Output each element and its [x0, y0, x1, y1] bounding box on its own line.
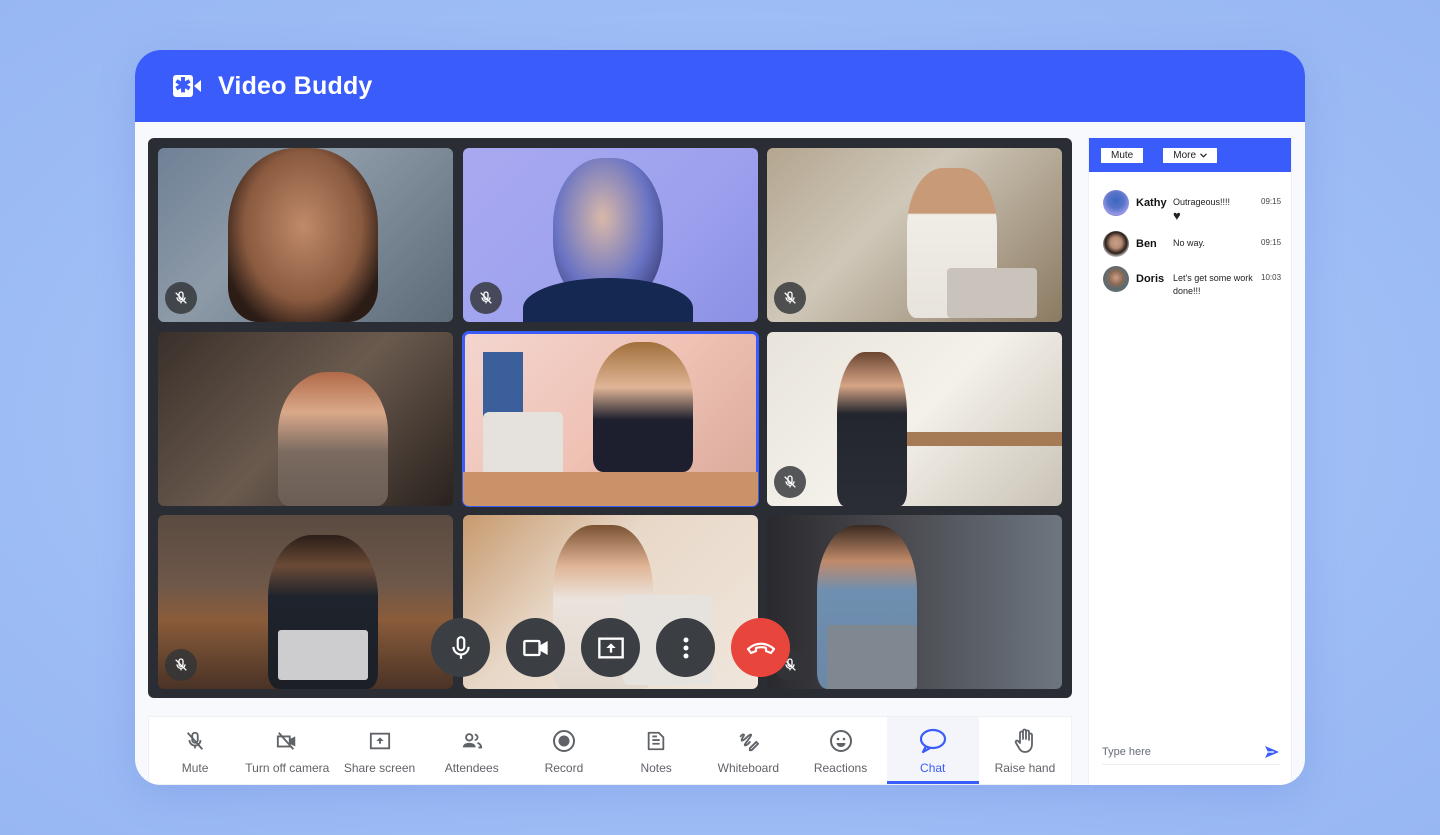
toolbar-raise-hand-button[interactable]: Raise hand: [979, 717, 1071, 784]
video-tile[interactable]: [158, 148, 453, 322]
video-tile[interactable]: [767, 515, 1062, 689]
video-tile[interactable]: [158, 332, 453, 506]
more-options-button[interactable]: [656, 618, 715, 677]
chat-message: Ben No way. 09:15: [1103, 231, 1281, 257]
chat-bubble-icon: [919, 728, 946, 754]
mic-off-indicator: [774, 466, 806, 498]
chat-more-dropdown[interactable]: More: [1163, 147, 1218, 163]
message-text: Let's get some work done!!!: [1173, 273, 1253, 296]
message-author: Doris: [1136, 273, 1165, 285]
chat-mute-label: Mute: [1111, 149, 1134, 161]
record-icon: [552, 730, 575, 752]
hang-up-icon: [746, 642, 775, 654]
share-screen-icon: [597, 637, 624, 658]
chat-message: Kathy Outrageous!!!! ♥ 09:15: [1103, 190, 1281, 222]
mic-off-icon: [784, 291, 796, 304]
message-time: 09:15: [1261, 238, 1282, 247]
toolbar-camera-button[interactable]: Turn off camera: [241, 717, 333, 784]
chat-input-row: [1102, 739, 1280, 765]
heart-icon: ♥: [1173, 208, 1181, 223]
microphone-button[interactable]: [431, 618, 490, 677]
call-controls: [431, 618, 790, 677]
mic-off-indicator: [165, 649, 197, 681]
send-icon[interactable]: [1264, 745, 1280, 759]
toolbar-label: Share screen: [343, 761, 416, 775]
video-tile-active-speaker[interactable]: [462, 331, 759, 507]
toolbar-record-button[interactable]: Record: [518, 717, 610, 784]
people-icon: [462, 733, 482, 749]
message-text: Outrageous!!!! ♥: [1173, 190, 1261, 222]
title-bar: ✱ Video Buddy: [135, 50, 1305, 122]
avatar: [1103, 266, 1129, 292]
video-tile[interactable]: [158, 515, 453, 689]
video-tile[interactable]: [767, 148, 1062, 322]
microphone-icon: [451, 635, 470, 659]
avatar: [1103, 190, 1129, 216]
share-screen-button[interactable]: [581, 618, 640, 677]
toolbar-label: Mute: [181, 761, 209, 775]
avatar: [1103, 231, 1129, 257]
toolbar-mute-button[interactable]: Mute: [149, 717, 241, 784]
smiley-icon: [829, 730, 852, 752]
more-vertical-icon: [683, 637, 688, 658]
toolbar-label: Reactions: [813, 761, 868, 775]
video-camera-icon: [522, 639, 548, 656]
chat-message-input[interactable]: [1102, 745, 1242, 758]
meeting-toolbar: Mute Turn off camera Share screen Attend…: [148, 716, 1072, 785]
video-camera-icon: ✱: [173, 75, 202, 97]
video-grid: [148, 138, 1072, 698]
mic-off-icon: [175, 658, 187, 671]
mic-off-icon: [175, 291, 187, 304]
chat-more-label: More: [1173, 149, 1197, 161]
chevron-down-icon: [1200, 152, 1207, 158]
notes-icon: [647, 731, 665, 751]
toolbar-label: Raise hand: [994, 761, 1056, 775]
mic-off-indicator: [774, 282, 806, 314]
mic-off-icon: [480, 291, 492, 304]
camera-button[interactable]: [506, 618, 565, 677]
toolbar-label: Whiteboard: [717, 761, 779, 775]
toolbar-chat-button[interactable]: Chat: [886, 717, 980, 784]
end-call-button[interactable]: [731, 618, 790, 677]
video-tile[interactable]: [463, 148, 758, 322]
message-text-line: Outrageous!!!!: [1173, 197, 1231, 207]
toolbar-label: Chat: [920, 761, 946, 775]
chat-messages: Kathy Outrageous!!!! ♥ 09:15 Ben No way.…: [1089, 172, 1291, 298]
toolbar-label: Attendees: [444, 761, 499, 775]
mic-off-indicator: [165, 282, 197, 314]
mic-off-indicator: [470, 282, 502, 314]
toolbar-reactions-button[interactable]: Reactions: [794, 717, 886, 784]
whiteboard-icon: [740, 733, 760, 752]
toolbar-notes-button[interactable]: Notes: [610, 717, 702, 784]
toolbar-label: Turn off camera: [245, 761, 330, 775]
message-text: No way.: [1173, 238, 1205, 248]
chat-mute-button[interactable]: Mute: [1101, 147, 1144, 163]
toolbar-attendees-button[interactable]: Attendees: [426, 717, 518, 784]
app-title: Video Buddy: [218, 71, 373, 100]
message-author: Kathy: [1136, 197, 1167, 209]
video-tile[interactable]: [767, 332, 1062, 506]
toolbar-label: Notes: [640, 761, 672, 775]
message-time: 09:15: [1261, 197, 1282, 206]
message-author: Ben: [1136, 238, 1157, 250]
camera-off-icon: [277, 732, 296, 750]
chat-message: Doris Let's get some work done!!! 10:03: [1103, 266, 1281, 298]
share-screen-icon: [369, 732, 390, 750]
chat-header: Mute More: [1089, 138, 1291, 172]
message-time: 10:03: [1261, 273, 1282, 282]
mic-off-icon: [784, 475, 796, 488]
hand-icon: [1014, 728, 1033, 753]
chat-panel: Mute More Kathy Outrageous!!!! ♥ 09:15 B…: [1088, 138, 1292, 785]
app-window: ✱ Video Buddy Mute Turn off camera Share…: [135, 50, 1305, 785]
mic-off-icon: [187, 731, 204, 750]
toolbar-label: Record: [544, 761, 584, 775]
toolbar-whiteboard-button[interactable]: Whiteboard: [702, 717, 794, 784]
toolbar-share-screen-button[interactable]: Share screen: [333, 717, 425, 784]
